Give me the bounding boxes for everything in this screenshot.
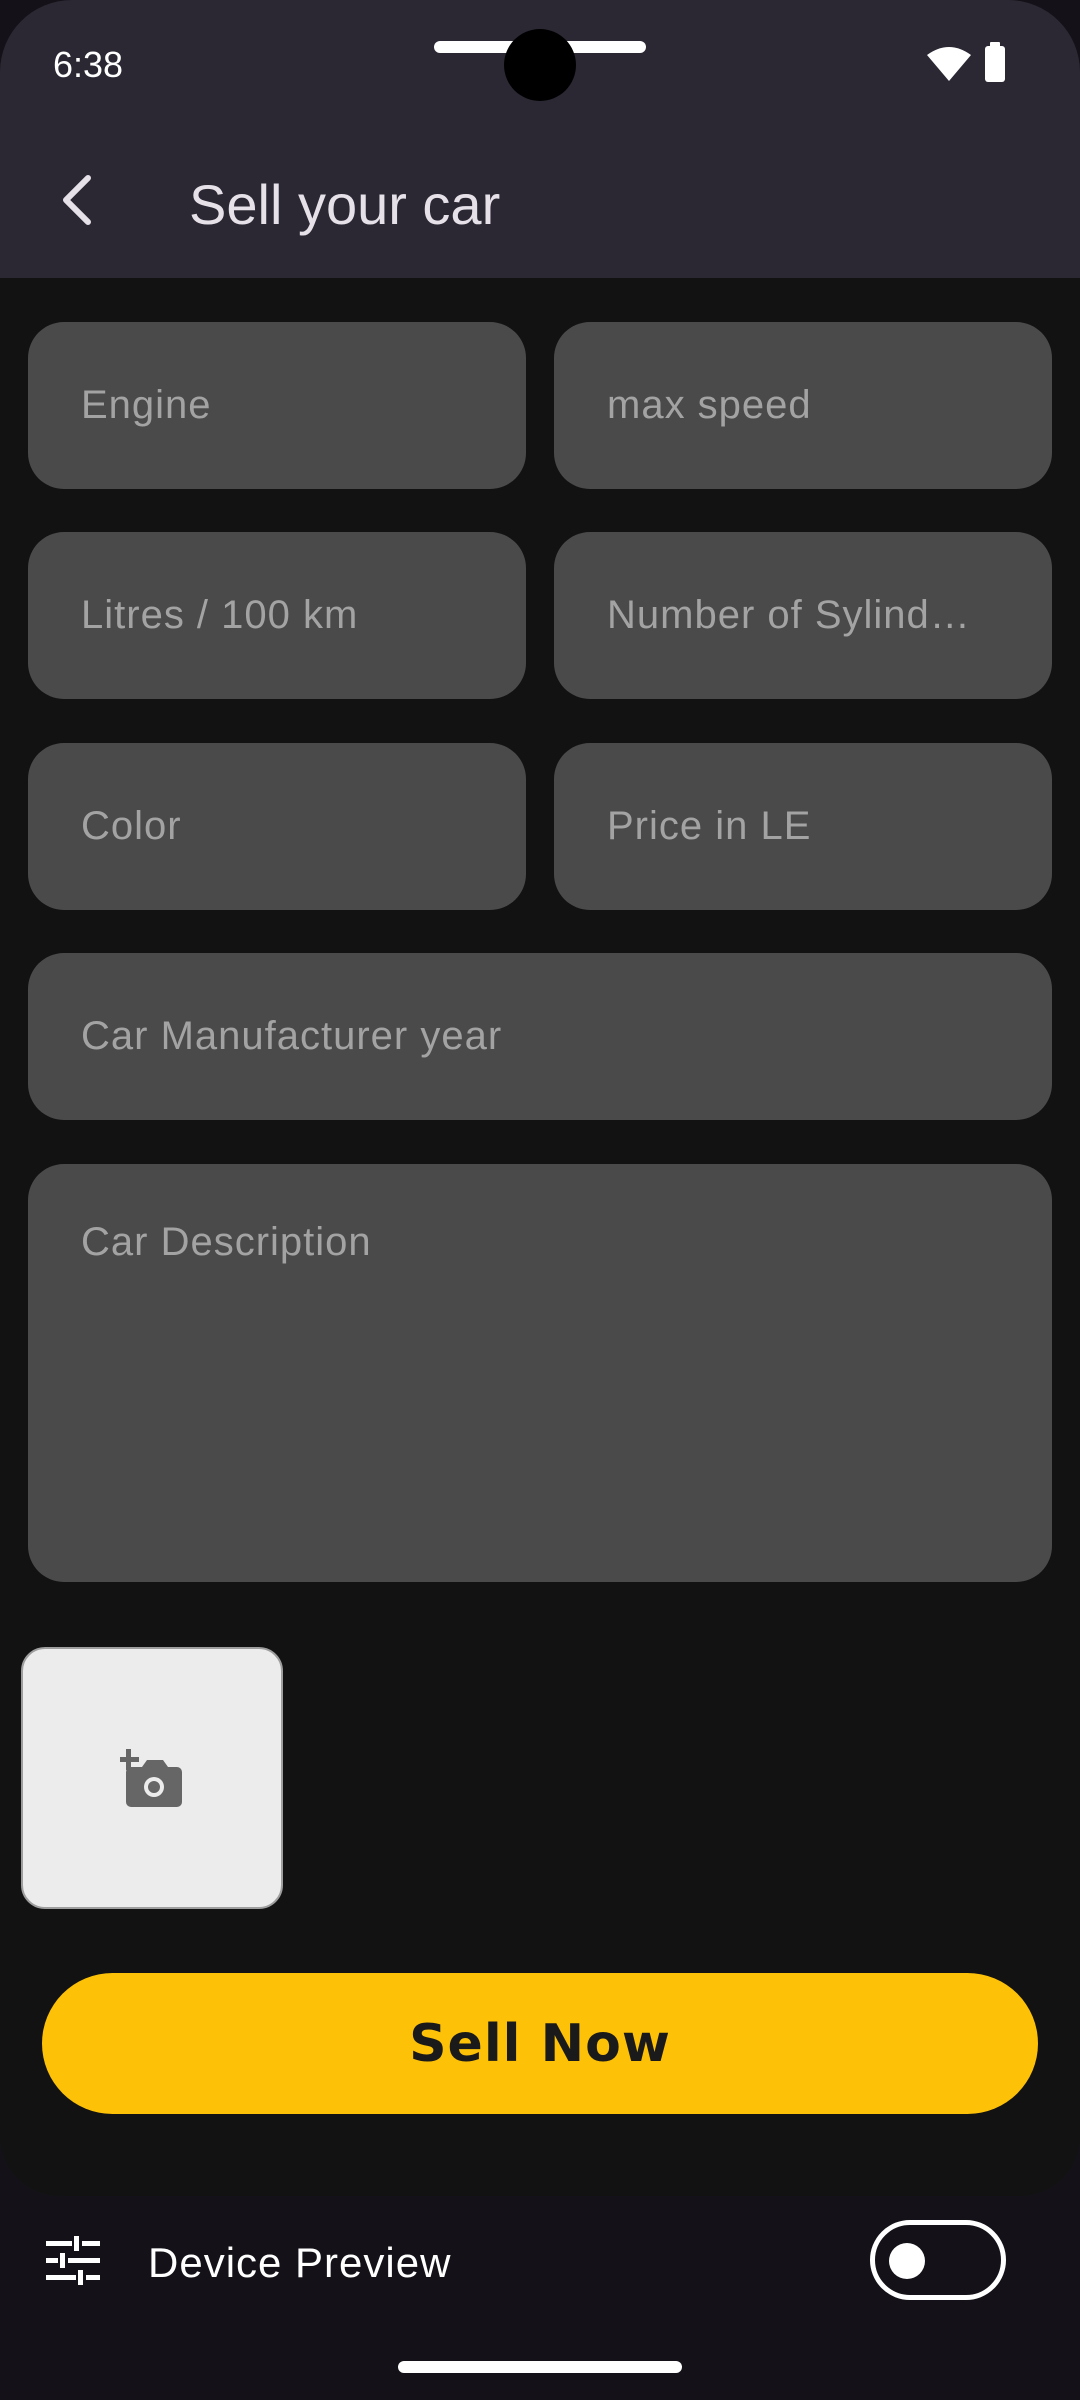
page-title: Sell your car [189,173,501,236]
cylinders-placeholder: Number of Sylind… [607,593,971,637]
manufacturer-year-field[interactable]: Car Manufacturer year [28,953,1052,1120]
color-placeholder: Color [81,804,182,848]
sell-now-button[interactable]: Sell Now [42,1973,1038,2114]
battery-icon [985,42,1005,82]
year-placeholder: Car Manufacturer year [81,1014,503,1058]
status-bar: 6:38 [0,0,1080,130]
litres-per-100km-field[interactable]: Litres / 100 km [28,532,526,699]
device-preview-toggle[interactable] [870,2220,1006,2300]
chevron-left-icon [63,175,91,225]
app-bar: Sell your car [0,130,1080,278]
price-field[interactable]: Price in LE [554,743,1052,910]
device-frame: 6:38 Sell your car Engine max speed Litr… [0,0,1080,2400]
max-speed-placeholder: max speed [607,383,812,427]
add-photo-icon [120,1749,182,1807]
color-field[interactable]: Color [28,743,526,910]
front-camera [504,29,576,101]
device-preview-label: Device Preview [148,2239,452,2286]
description-placeholder: Car Description [81,1220,372,1264]
price-placeholder: Price in LE [607,804,812,848]
add-photo-button[interactable] [21,1647,283,1909]
engine-placeholder: Engine [81,383,212,427]
engine-field[interactable]: Engine [28,322,526,489]
home-indicator[interactable] [398,2361,682,2373]
description-field[interactable]: Car Description [28,1164,1052,1582]
status-time: 6:38 [53,44,124,85]
max-speed-field[interactable]: max speed [554,322,1052,489]
app-screen: 6:38 Sell your car Engine max speed Litr… [0,0,1080,2196]
device-preview-bar: Device Preview [0,2196,1080,2326]
toggle-knob [889,2243,925,2279]
litres-placeholder: Litres / 100 km [81,593,359,637]
cylinders-field[interactable]: Number of Sylind… [554,532,1052,699]
back-button[interactable] [26,150,126,250]
wifi-icon [927,47,971,81]
tune-icon[interactable] [46,2236,100,2286]
